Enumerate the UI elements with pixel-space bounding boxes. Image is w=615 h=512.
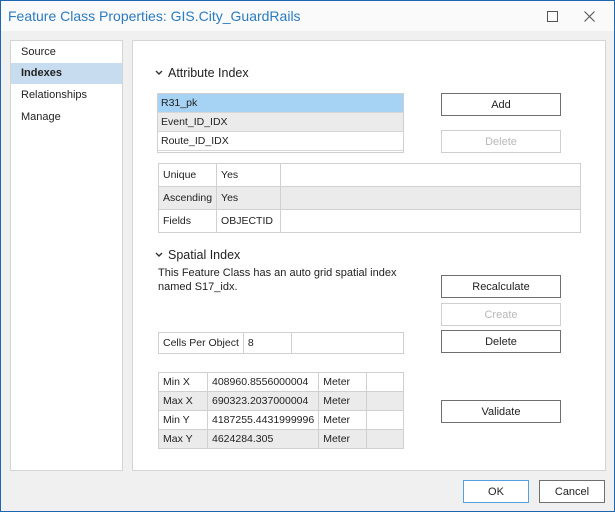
title-bar: Feature Class Properties: GIS.City_Guard…: [1, 1, 614, 31]
cancel-button[interactable]: Cancel: [539, 480, 605, 503]
extent-name: Max Y: [158, 429, 208, 449]
spatial-index-heading: Spatial Index: [168, 248, 241, 262]
attribute-index-heading: Attribute Index: [168, 66, 249, 80]
extent-value: 408960.8556000004: [206, 372, 320, 392]
close-icon: [583, 10, 595, 22]
sidebar-item-source[interactable]: Source: [11, 42, 122, 63]
table-row: Min Y 4187255.4431999996 Meter: [158, 410, 404, 430]
sidebar-item-relationships[interactable]: Relationships: [11, 85, 122, 106]
sidebar-item-indexes[interactable]: Indexes: [11, 63, 122, 84]
indexes-panel: Attribute Index R31_pk Event_ID_IDX Rout…: [132, 40, 606, 471]
recalculate-button[interactable]: Recalculate: [441, 275, 561, 298]
extent-name: Max X: [158, 391, 208, 411]
maximize-icon: [546, 10, 558, 22]
delete-spatial-index-button[interactable]: Delete: [441, 330, 561, 353]
create-spatial-index-button[interactable]: Create: [441, 303, 561, 326]
index-properties-table: Unique Yes Ascending Yes Fields OBJECTID: [157, 163, 581, 233]
table-row: Max X 690323.2037000004 Meter: [158, 391, 404, 411]
close-button[interactable]: [575, 5, 603, 27]
cells-per-object-table: Cells Per Object 8: [158, 332, 405, 354]
delete-index-button[interactable]: Delete: [441, 130, 561, 153]
list-item[interactable]: Route_ID_IDX: [158, 132, 403, 151]
feature-class-properties-dialog: Feature Class Properties: GIS.City_Guard…: [0, 0, 615, 512]
table-row: Unique Yes: [157, 163, 581, 187]
property-value: Yes: [216, 163, 282, 187]
sidebar-item-manage[interactable]: Manage: [11, 107, 122, 128]
chevron-down-icon: [155, 70, 163, 75]
attribute-index-header[interactable]: Attribute Index: [155, 66, 249, 80]
chevron-down-icon: [155, 252, 163, 257]
extent-unit: Meter: [318, 410, 368, 430]
table-row: Max Y 4624284.305 Meter: [158, 429, 404, 449]
spatial-extent-table: Min X 408960.8556000004 Meter Max X 6903…: [158, 372, 404, 449]
maximize-button[interactable]: [538, 5, 566, 27]
extent-name: Min Y: [158, 410, 208, 430]
table-row: Ascending Yes: [157, 186, 581, 210]
table-row: Cells Per Object 8: [158, 332, 405, 354]
spatial-index-header[interactable]: Spatial Index: [155, 248, 240, 262]
extent-unit: Meter: [318, 391, 368, 411]
list-item[interactable]: Event_ID_IDX: [158, 113, 403, 132]
extent-unit: Meter: [318, 372, 368, 392]
extent-value: 690323.2037000004: [206, 391, 320, 411]
property-name: Fields: [157, 209, 218, 233]
property-value: OBJECTID: [216, 209, 282, 233]
list-item[interactable]: R31_pk: [158, 94, 403, 113]
extent-value: 4187255.4431999996: [206, 410, 320, 430]
validate-button[interactable]: Validate: [441, 400, 561, 423]
property-name: Ascending: [157, 186, 218, 210]
attribute-index-list[interactable]: R31_pk Event_ID_IDX Route_ID_IDX: [157, 93, 404, 153]
dialog-title: Feature Class Properties: GIS.City_Guard…: [8, 8, 301, 24]
property-value: Yes: [216, 186, 282, 210]
table-row: Fields OBJECTID: [157, 209, 581, 233]
add-index-button[interactable]: Add: [441, 93, 561, 116]
property-name: Unique: [157, 163, 218, 187]
sidebar-nav: Source Indexes Relationships Manage: [10, 40, 123, 471]
extent-name: Min X: [158, 372, 208, 392]
extent-unit: Meter: [318, 429, 368, 449]
ok-button[interactable]: OK: [463, 480, 529, 503]
extent-value: 4624284.305: [206, 429, 320, 449]
cells-per-object-label: Cells Per Object: [158, 332, 244, 354]
spatial-index-description: This Feature Class has an auto grid spat…: [158, 267, 397, 293]
cells-per-object-value: 8: [242, 332, 292, 354]
table-row: Min X 408960.8556000004 Meter: [158, 372, 404, 392]
